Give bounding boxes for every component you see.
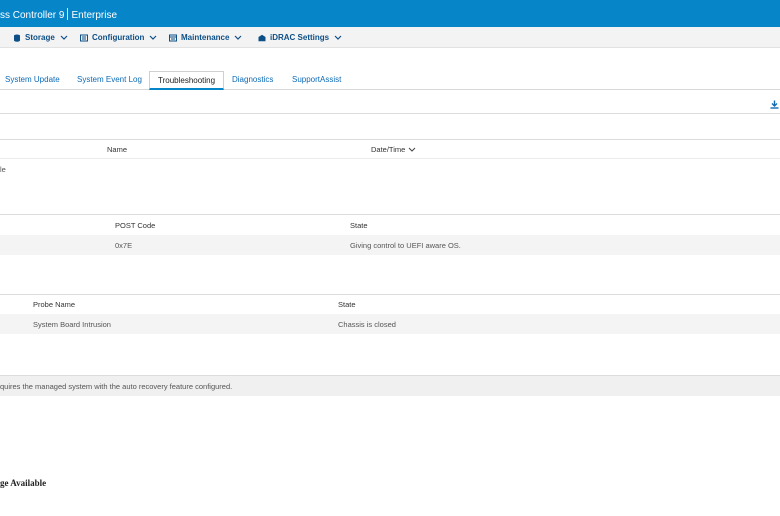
post-state-value: Giving control to UEFI aware OS.: [350, 241, 461, 250]
column-header-probe-name[interactable]: Probe Name: [33, 300, 75, 309]
storage-icon: [14, 34, 20, 42]
product-edition: Enterprise: [71, 10, 118, 21]
chevron-down-icon: [334, 35, 342, 40]
chevron-down-icon: [150, 35, 157, 40]
menu-maintenance[interactable]: Maintenance: [169, 33, 242, 42]
column-header-post-code[interactable]: POST Code: [115, 221, 155, 230]
column-header-probe-state[interactable]: State: [338, 300, 356, 309]
menu-configuration[interactable]: Configuration: [80, 33, 157, 42]
title-separator: [67, 8, 69, 20]
menu-configuration-label: Configuration: [92, 33, 145, 42]
tab-supportassist[interactable]: SupportAssist: [292, 75, 341, 84]
post-code-value: 0x7E: [115, 241, 133, 250]
table-header-divider: [0, 158, 780, 159]
column-header-name[interactable]: Name: [107, 145, 127, 154]
menu-storage[interactable]: Storage: [13, 33, 68, 42]
maintenance-icon: [169, 34, 177, 41]
column-header-datetime[interactable]: Date/Time: [371, 145, 416, 154]
menu-maintenance-label: Maintenance: [181, 33, 230, 42]
menu-idrac-settings[interactable]: iDRAC Settings: [258, 33, 342, 42]
chevron-down-icon: [60, 35, 68, 40]
sort-chevron-down-icon: [408, 147, 416, 152]
tab-troubleshooting[interactable]: Troubleshooting: [149, 71, 225, 90]
table-top-border: [0, 139, 780, 140]
configuration-icon: [80, 34, 88, 41]
column-header-post-state[interactable]: State: [350, 221, 368, 230]
menu-idrac-settings-label: iDRAC Settings: [270, 33, 330, 42]
idrac-settings-icon: [258, 34, 266, 41]
tab-system-update[interactable]: System Update: [5, 75, 60, 84]
crash-table-message: le: [0, 165, 6, 174]
section-divider: [0, 113, 780, 114]
recovery-note-band: quires the managed system with the auto …: [0, 376, 780, 396]
crash-image-status: ge Available: [0, 478, 47, 488]
download-icon[interactable]: [770, 100, 779, 109]
tab-system-event-log[interactable]: System Event Log: [77, 75, 142, 84]
recovery-note-text: quires the managed system with the auto …: [0, 382, 233, 391]
table-row: 0x7E Giving control to UEFI aware OS.: [0, 235, 780, 255]
probe-name-value: System Board Intrusion: [33, 320, 111, 329]
table-row: System Board Intrusion Chassis is closed: [0, 314, 780, 334]
main-menu-bar: Storage Configuration Maintenance iDRAC …: [0, 27, 780, 48]
column-header-datetime-label: Date/Time: [371, 145, 406, 154]
menu-storage-label: Storage: [25, 33, 55, 42]
table-top-border: [0, 294, 780, 295]
maintenance-tabs: System Update System Event Log Troublesh…: [0, 71, 780, 90]
top-header-bar: ss Controller 9 Enterprise: [0, 0, 780, 27]
probe-state-value: Chassis is closed: [338, 320, 396, 329]
tab-diagnostics[interactable]: Diagnostics: [232, 75, 273, 84]
product-title: ss Controller 9 Enterprise: [0, 8, 117, 21]
chevron-down-icon: [235, 35, 242, 40]
table-top-border: [0, 214, 780, 215]
product-name: ss Controller 9: [0, 10, 65, 21]
